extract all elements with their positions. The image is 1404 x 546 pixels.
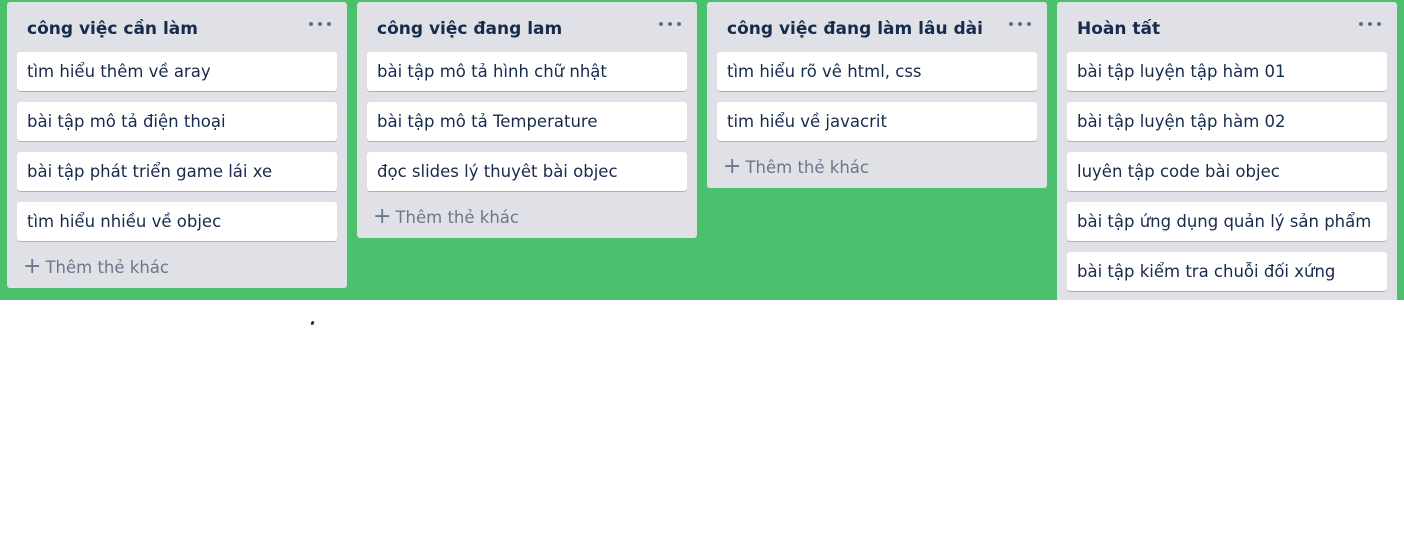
card[interactable]: luyên tập code bài objec (1067, 152, 1387, 191)
list-header: công việc đang lam (367, 2, 687, 52)
list-header: công việc đang làm lâu dài (717, 2, 1037, 52)
more-horizontal-icon[interactable] (1359, 14, 1381, 34)
list-cong-viec-dang-lam: công việc đang lam bài tập mô tả hình ch… (357, 2, 697, 238)
list-title[interactable]: Hoàn tất (1077, 19, 1160, 39)
list-title[interactable]: công việc đang lam (377, 19, 562, 39)
card[interactable]: bài tập mô tả hình chữ nhật (367, 52, 687, 91)
more-horizontal-icon[interactable] (1009, 14, 1031, 34)
card[interactable]: bài tập mô tả Temperature (367, 102, 687, 141)
plus-icon: + (373, 204, 392, 229)
add-card-label: Thêm thẻ khác (45, 257, 169, 277)
list-title[interactable]: công việc đang làm lâu dài (727, 19, 983, 39)
add-card-label: Thêm thẻ khác (395, 207, 519, 227)
card[interactable]: tìm hiểu nhiều về objec (17, 202, 337, 241)
card[interactable]: bài tập ứng dụng quản lý sản phẩm (1067, 202, 1387, 241)
card[interactable]: bài tập luyện tập hàm 02 (1067, 102, 1387, 141)
stray-mark (310, 320, 315, 326)
list-cong-viec-dang-lam-lau-dai: công việc đang làm lâu dài tìm hiểu rõ v… (707, 2, 1047, 188)
card[interactable]: bài tập phát triển game lái xe (17, 152, 337, 191)
card-list: tìm hiểu thêm về aray bài tập mô tả điện… (17, 52, 337, 252)
card[interactable]: tìm hiểu rõ vê html, css (717, 52, 1037, 91)
more-horizontal-icon[interactable] (309, 14, 331, 34)
add-card-button[interactable]: + Thêm thẻ khác (717, 146, 1037, 188)
list-title[interactable]: công việc cần làm (27, 19, 198, 39)
card[interactable]: bài tập kiểm tra chuỗi đối xứng (1067, 252, 1387, 291)
list-header: công việc cần làm (17, 2, 337, 52)
list-cong-viec-can-lam: công việc cần làm tìm hiểu thêm về aray … (7, 2, 347, 288)
card-list: tìm hiểu rõ vê html, css tim hiểu về jav… (717, 52, 1037, 152)
card[interactable]: bài tập luyện tập hàm 01 (1067, 52, 1387, 91)
plus-icon: + (723, 154, 742, 179)
card-list: bài tập luyện tập hàm 01 bài tập luyện t… (1067, 52, 1387, 300)
list-header: Hoàn tất (1067, 2, 1387, 52)
add-card-button[interactable]: + Thêm thẻ khác (17, 246, 337, 288)
more-horizontal-icon[interactable] (659, 14, 681, 34)
card[interactable]: tìm hiểu thêm về aray (17, 52, 337, 91)
card-list: bài tập mô tả hình chữ nhật bài tập mô t… (367, 52, 687, 202)
card[interactable]: bài tập mô tả điện thoại (17, 102, 337, 141)
card[interactable]: đọc slides lý thuyêt bài objec (367, 152, 687, 191)
card[interactable]: tim hiểu về javacrit (717, 102, 1037, 141)
list-hoan-tat: Hoàn tất bài tập luyện tập hàm 01 bài tậ… (1057, 2, 1397, 300)
plus-icon: + (23, 254, 42, 279)
add-card-button[interactable]: + Thêm thẻ khác (367, 196, 687, 238)
board: công việc cần làm tìm hiểu thêm về aray … (0, 0, 1404, 300)
add-card-label: Thêm thẻ khác (745, 157, 869, 177)
